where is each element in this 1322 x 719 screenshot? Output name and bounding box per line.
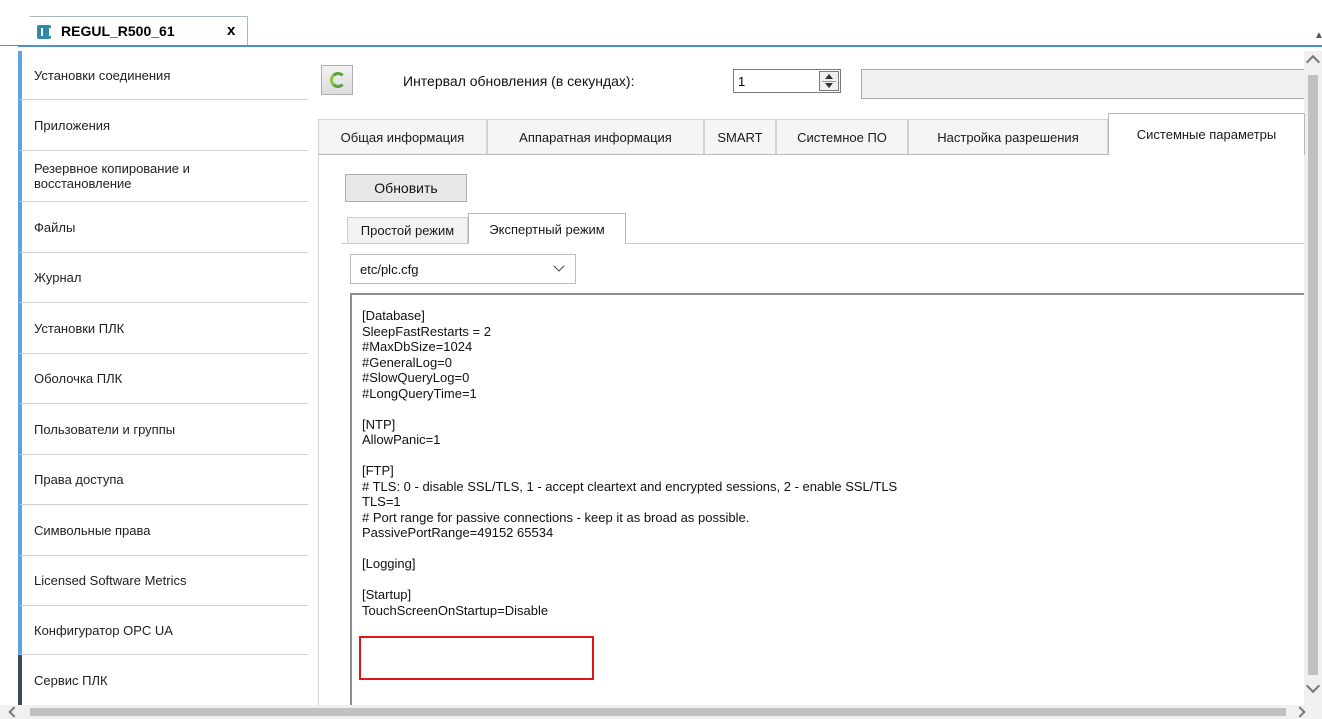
document-tab-strip: REGUL_R500_61 x ▲ [0, 0, 1322, 46]
sidebar-item-symbol-rights[interactable]: Символьные права [18, 505, 308, 556]
config-file-select[interactable]: etc/plc.cfg [350, 254, 576, 284]
sidebar-item-label: Файлы [34, 219, 76, 235]
chevron-down-icon [553, 260, 565, 272]
sidebar-item-label: Символьные права [34, 522, 151, 538]
tab-label: Общая информация [340, 129, 465, 145]
tab-general-info[interactable]: Общая информация [318, 119, 487, 154]
status-field [861, 69, 1322, 99]
tab-label: Простой режим [360, 223, 455, 238]
sidebar-item-log[interactable]: Журнал [18, 253, 308, 303]
interval-spinner[interactable] [819, 71, 839, 91]
scroll-left-icon[interactable] [8, 706, 20, 718]
scroll-thumb[interactable] [1308, 75, 1318, 675]
sidebar-item-backup-restore[interactable]: Резервное копирование и восстановление [18, 151, 308, 202]
scroll-up-icon[interactable] [1305, 54, 1321, 70]
sidebar-item-opc-ua-configurator[interactable]: Конфигуратор OPC UA [18, 606, 308, 655]
tab-label: Системное ПО [797, 129, 887, 145]
tab-label: Настройка разрешения [937, 129, 1079, 145]
tab-simple-mode[interactable]: Простой режим [347, 217, 468, 243]
scroll-down-icon[interactable] [1305, 678, 1321, 694]
tab-strip-underline [0, 45, 1322, 47]
tab-expert-mode[interactable]: Экспертный режим [468, 213, 626, 244]
sidebar-item-access-rights[interactable]: Права доступа [18, 455, 308, 505]
tab-label: SMART [717, 129, 763, 145]
tab-label: Аппаратная информация [519, 129, 672, 145]
vertical-scrollbar[interactable] [1304, 51, 1322, 705]
content-area: Интервал обновления (в секундах): Общая … [309, 51, 1322, 705]
sidebar-item-label: Оболочка ПЛК [34, 371, 123, 386]
refresh-button[interactable] [321, 65, 353, 95]
interval-label: Интервал обновления (в секундах): [403, 73, 635, 89]
tab-smart[interactable]: SMART [704, 119, 776, 154]
sidebar-item-users-groups[interactable]: Пользователи и группы [18, 404, 308, 455]
refresh-icon [330, 72, 346, 88]
sidebar-item-plc-service[interactable]: Сервис ПЛК [18, 655, 308, 705]
sidebar-item-applications[interactable]: Приложения [18, 100, 308, 151]
tab-system-software[interactable]: Системное ПО [776, 119, 908, 154]
sidebar-item-label: Конфигуратор OPC UA [34, 622, 173, 638]
close-tab-icon[interactable]: x [227, 22, 235, 39]
sidebar-item-label: Приложения [34, 117, 111, 133]
sidebar-item-label: Журнал [34, 270, 82, 285]
sidebar-item-label: Пользователи и группы [34, 421, 176, 437]
tab-hardware-info[interactable]: Аппаратная информация [487, 119, 704, 154]
horizontal-scrollbar[interactable] [0, 705, 1322, 719]
sidebar-item-label: Licensed Software Metrics [34, 573, 187, 588]
scroll-right-icon[interactable] [1294, 706, 1306, 718]
sidebar-item-plc-settings[interactable]: Установки ПЛК [18, 303, 308, 354]
update-button[interactable]: Обновить [345, 174, 467, 202]
sidebar-item-licensed-software-metrics[interactable]: Licensed Software Metrics [18, 556, 308, 606]
sidebar: Установки соединения Приложения Резервно… [18, 51, 308, 705]
config-text-editor[interactable]: [Database] SleepFastRestarts = 2 #MaxDbS… [350, 293, 1322, 705]
tab-label: Экспертный режим [489, 221, 605, 237]
tab-label: Системные параметры [1136, 127, 1277, 142]
sidebar-item-connection-settings[interactable]: Установки соединения [18, 51, 308, 100]
sidebar-item-label: Установки соединения [34, 67, 171, 83]
document-tab[interactable]: REGUL_R500_61 x [8, 16, 248, 46]
sidebar-item-label: Сервис ПЛК [34, 672, 108, 688]
spinner-divider [822, 81, 836, 82]
tab-scroll-icon[interactable]: ▲ [1314, 30, 1322, 41]
startup-section-highlight [359, 636, 594, 680]
tab-resolution-settings[interactable]: Настройка разрешения [908, 119, 1108, 154]
left-margin [0, 46, 18, 705]
config-file-value: etc/plc.cfg [360, 262, 419, 277]
scroll-thumb[interactable] [30, 708, 1286, 716]
sidebar-item-files[interactable]: Файлы [18, 202, 308, 253]
sidebar-item-label: Резервное копирование и восстановление [34, 161, 190, 191]
sidebar-item-label: Права доступа [34, 472, 124, 487]
plc-device-icon [37, 25, 51, 39]
sidebar-item-label: Установки ПЛК [34, 320, 125, 336]
tab-system-parameters[interactable]: Системные параметры [1108, 113, 1305, 155]
document-tab-title: REGUL_R500_61 [61, 23, 175, 39]
sidebar-item-plc-shell[interactable]: Оболочка ПЛК [18, 354, 308, 404]
config-text[interactable]: [Database] SleepFastRestarts = 2 #MaxDbS… [362, 308, 897, 618]
